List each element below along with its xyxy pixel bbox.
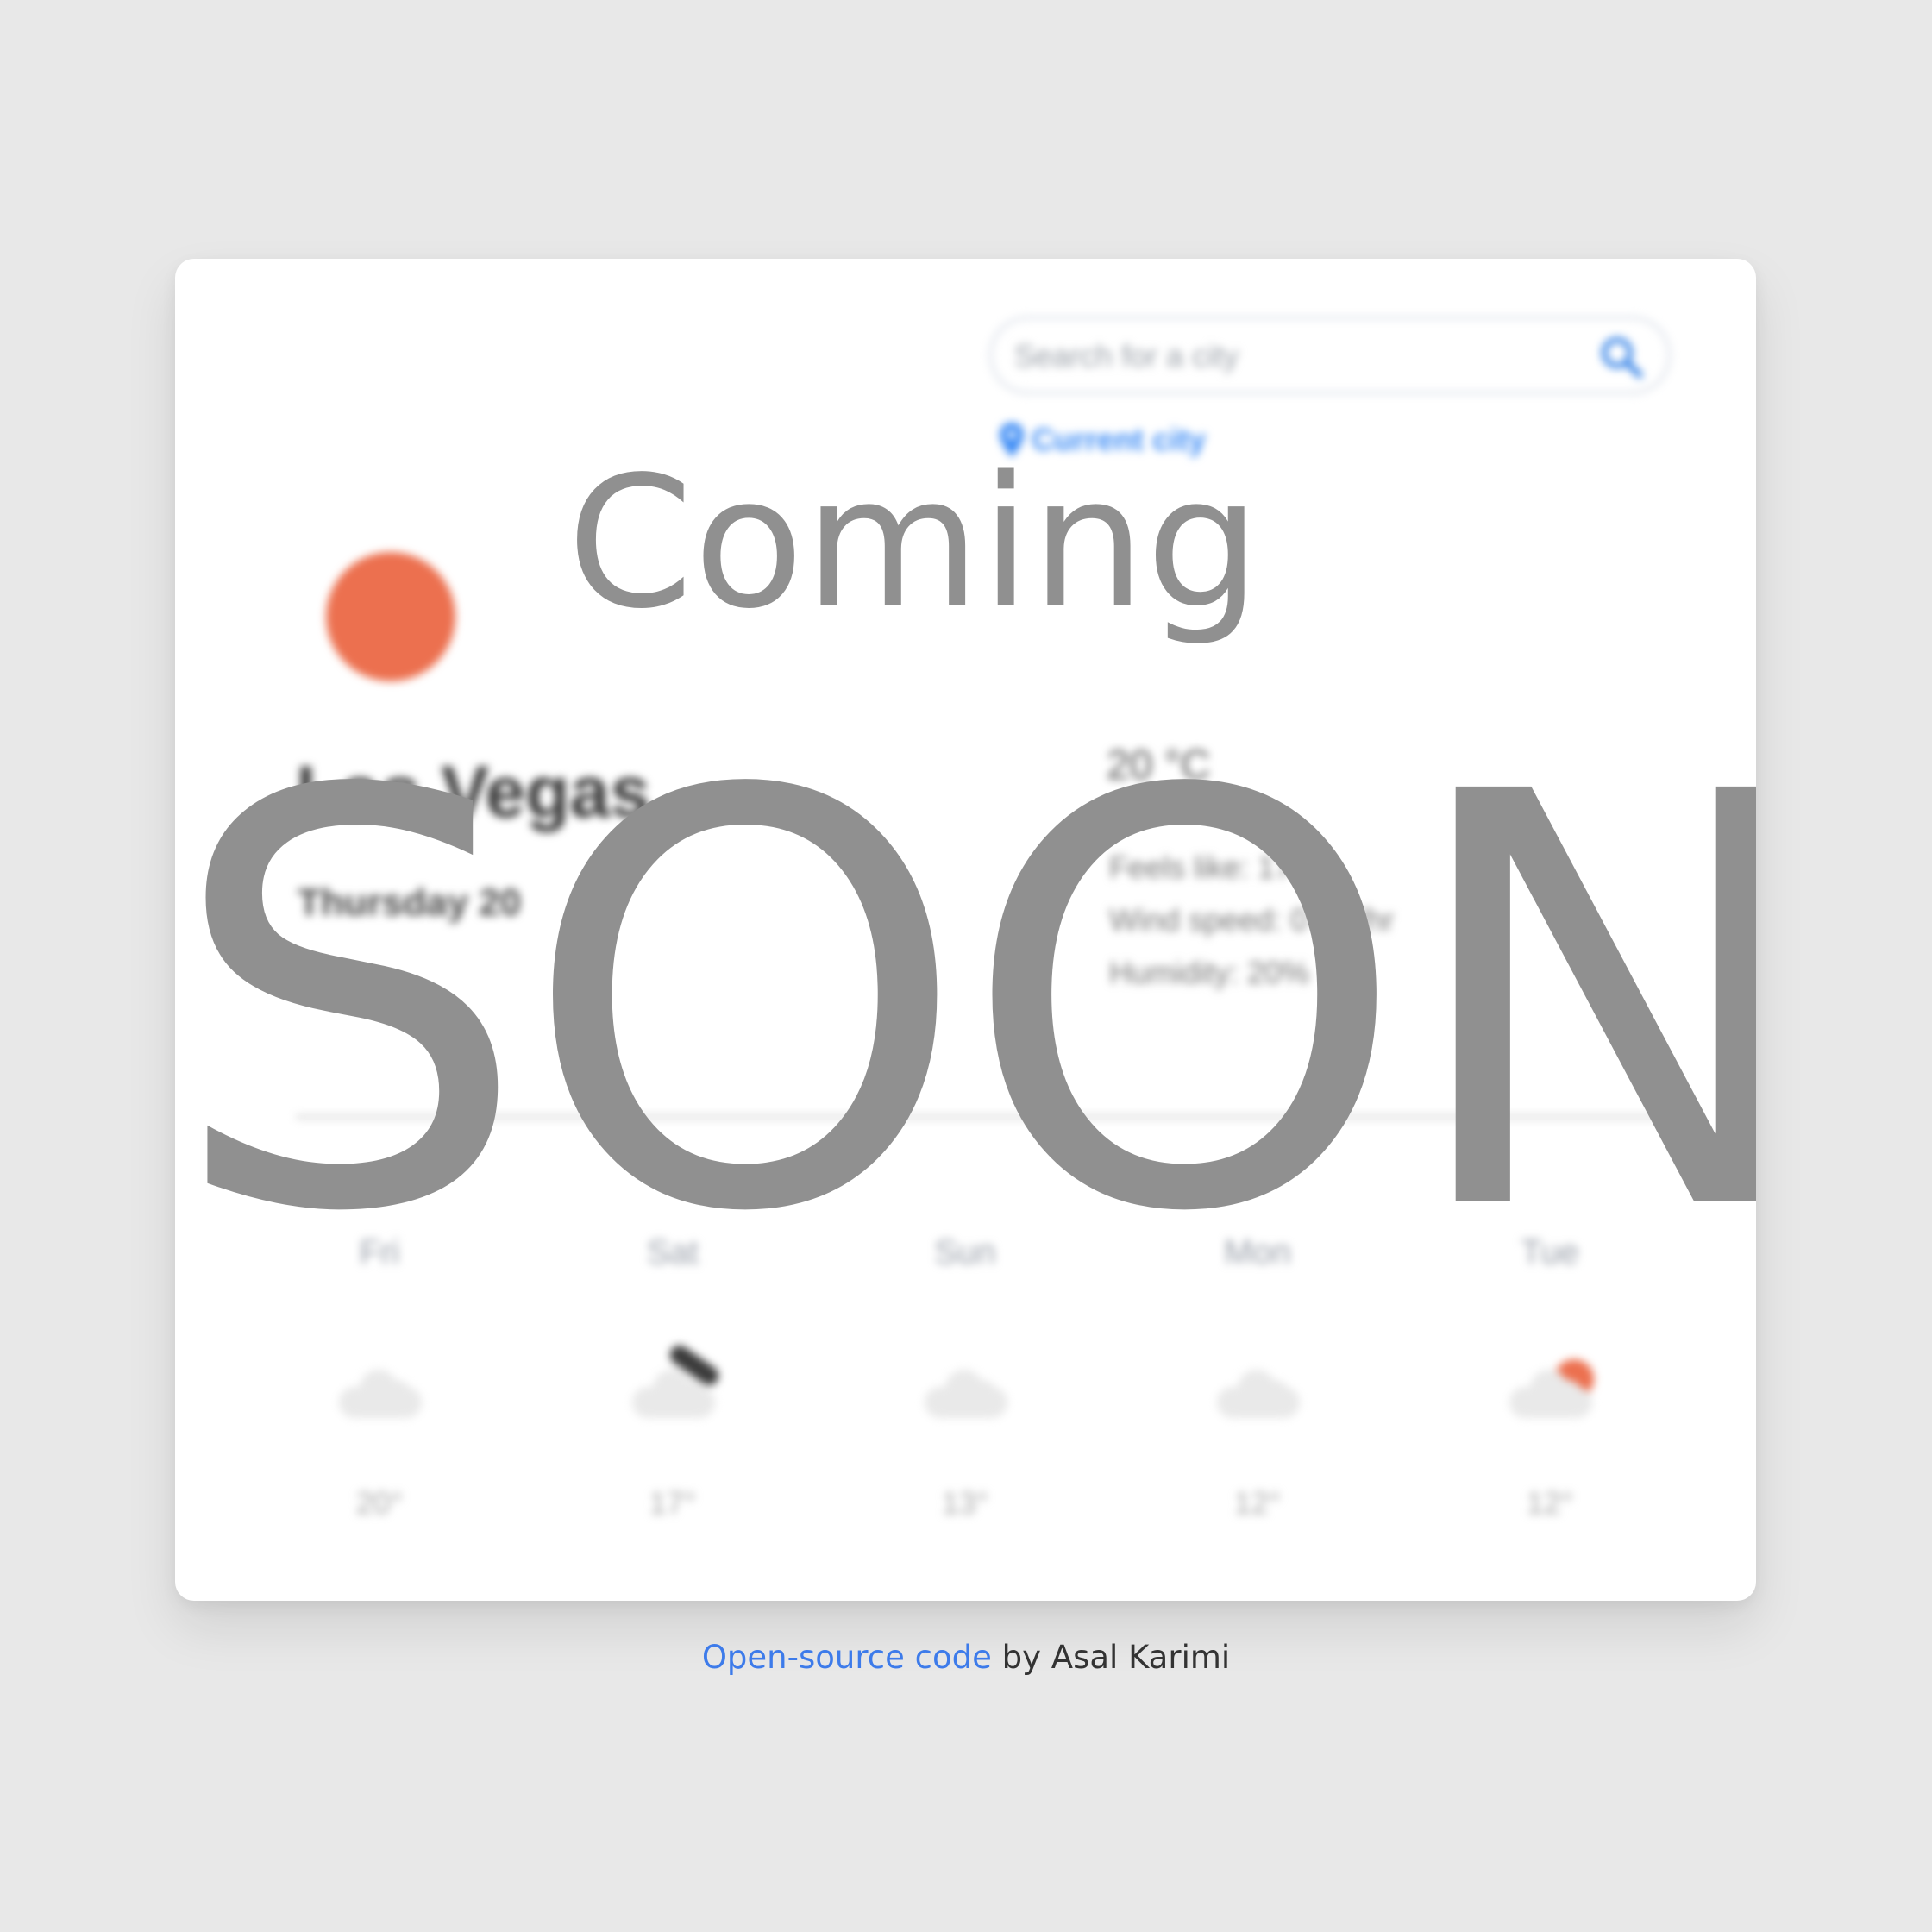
date-label: Thursday 20 xyxy=(298,881,522,924)
blurred-weather-app: Current city Las Vegas Thursday 20 20 °C… xyxy=(175,259,1756,1601)
current-city-button[interactable]: Current city xyxy=(999,418,1206,461)
forecast-temp: 20° xyxy=(355,1485,404,1521)
wind-speed: Wind speed: 0 km/hr xyxy=(1109,902,1395,938)
feels-like: Feels like: 17°C xyxy=(1109,850,1327,885)
forecast-day: Fri 20° xyxy=(293,1233,466,1521)
cloud-sun-icon xyxy=(1494,1337,1606,1432)
forecast-day: Mon 12° xyxy=(1171,1233,1344,1521)
forecast-day: Tue 12° xyxy=(1464,1233,1636,1521)
forecast-day: Sat 17° xyxy=(586,1233,759,1521)
forecast-day: Sun 13° xyxy=(879,1233,1051,1521)
forecast-temp: 12° xyxy=(1233,1485,1282,1521)
footer-author: by Asal Karimi xyxy=(991,1639,1231,1676)
sun-icon xyxy=(326,552,455,681)
cloud-icon xyxy=(1201,1337,1314,1432)
search-icon[interactable] xyxy=(1599,335,1644,380)
map-pin-icon xyxy=(1000,423,1024,457)
forecast-temp: 12° xyxy=(1526,1485,1574,1521)
current-temperature: 20 °C xyxy=(1107,743,1211,788)
city-name: Las Vegas xyxy=(296,751,650,832)
search-box[interactable] xyxy=(989,317,1671,394)
forecast-day-name: Mon xyxy=(1224,1233,1291,1271)
forecast-day-name: Sat xyxy=(646,1233,699,1271)
divider xyxy=(296,1115,1672,1119)
cloud-rain-icon xyxy=(617,1337,729,1432)
forecast-temp: 17° xyxy=(649,1485,697,1521)
forecast-temp: 13° xyxy=(941,1485,989,1521)
cloud-icon xyxy=(909,1337,1021,1432)
footer: Open-source code by Asal Karimi xyxy=(0,1639,1932,1676)
weather-details: Feels like: 17°C Wind speed: 0 km/hr Hum… xyxy=(1109,841,1394,999)
forecast-day-name: Tue xyxy=(1521,1233,1579,1271)
search-input[interactable] xyxy=(1013,331,1568,381)
weather-card: Current city Las Vegas Thursday 20 20 °C… xyxy=(175,259,1756,1601)
open-source-link[interactable]: Open-source code xyxy=(702,1639,992,1676)
humidity: Humidity: 20% xyxy=(1109,955,1310,990)
cloud-icon xyxy=(323,1337,436,1432)
current-city-label: Current city xyxy=(1032,422,1207,457)
forecast-day-name: Fri xyxy=(359,1233,400,1271)
forecast-day-name: Sun xyxy=(934,1233,996,1271)
